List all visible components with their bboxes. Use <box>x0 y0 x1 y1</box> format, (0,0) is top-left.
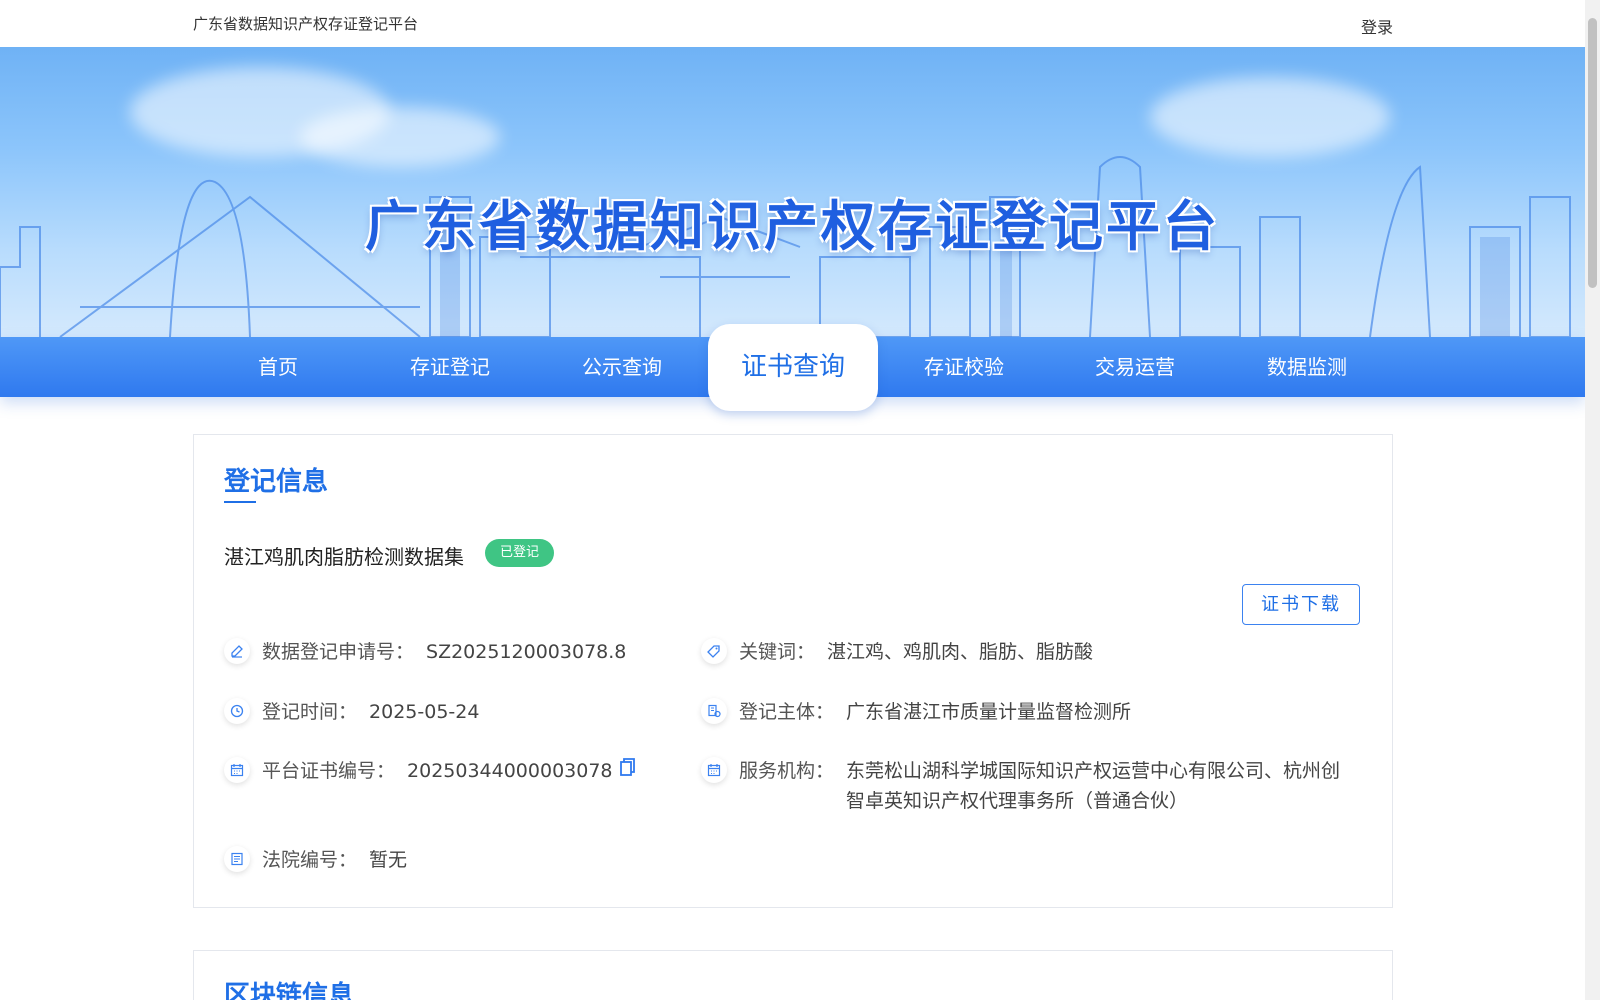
dataset-name: 湛江鸡肌肉脂肪检测数据集 <box>224 545 464 569</box>
nav-item-trade[interactable]: 交易运营 <box>1050 337 1220 397</box>
field-label: 服务机构： <box>739 760 835 782</box>
copy-icon[interactable] <box>619 756 637 786</box>
clock-icon <box>224 698 250 724</box>
field-label: 法院编号： <box>262 849 358 871</box>
hero-banner: 广东省数据知识产权存证登记平台 <box>0 47 1585 337</box>
certificate-download-button[interactable]: 证书下载 <box>1242 584 1360 625</box>
section-title: 区块链信息 <box>224 981 355 1000</box>
edit-icon <box>224 638 250 664</box>
field-label: 登记时间： <box>262 701 358 723</box>
field-label: 平台证书编号： <box>262 760 396 782</box>
main-nav: 首页 存证登记 公示查询 证书查询 存证校验 交易运营 数据监测 <box>0 324 1585 411</box>
nav-item-certificate-query[interactable]: 证书查询 <box>708 324 878 411</box>
field-application-no: 数据登记申请号： SZ2025120003078.8 <box>224 637 664 667</box>
banner-title: 广东省数据知识产权存证登记平台 <box>365 195 1220 258</box>
status-badge: 已登记 <box>485 539 555 567</box>
login-link[interactable]: 登录 <box>1361 14 1393 38</box>
nav-item-public-query[interactable]: 公示查询 <box>537 337 707 397</box>
field-label: 关键词： <box>739 641 816 663</box>
field-label: 数据登记申请号： <box>262 641 415 663</box>
field-value: 东莞松山湖科学城国际知识产权运营中心有限公司、杭州创智卓英知识产权代理事务所（普… <box>846 760 1341 812</box>
field-value: 湛江鸡、鸡肌肉、脂肪、脂肪酸 <box>827 641 1094 663</box>
field-registration-subject: 登记主体： 广东省湛江市质量计量监督检测所 <box>701 697 1351 727</box>
field-value: SZ2025120003078.8 <box>426 641 627 663</box>
registration-info-card: 登记信息 湛江鸡肌肉脂肪检测数据集 已登记 证书下载 数据登记申请号： SZ20… <box>193 434 1393 908</box>
blockchain-info-card: 区块链信息 <box>193 950 1393 1000</box>
field-value: 广东省湛江市质量计量监督检测所 <box>846 701 1132 723</box>
field-certificate-no: 平台证书编号： 20250344000003078 <box>224 756 664 786</box>
nav-item-monitor[interactable]: 数据监测 <box>1222 337 1392 397</box>
certificate-number: 20250344000003078 <box>407 760 613 782</box>
site-name: 广东省数据知识产权存证登记平台 <box>193 15 419 33</box>
field-keywords: 关键词： 湛江鸡、鸡肌肉、脂肪、脂肪酸 <box>701 637 1351 667</box>
calendar-icon <box>701 757 727 783</box>
section-title: 登记信息 <box>224 467 329 497</box>
nav-item-verify[interactable]: 存证校验 <box>879 337 1049 397</box>
field-court-no: 法院编号： 暂无 <box>224 845 664 875</box>
nav-item-home[interactable]: 首页 <box>193 337 363 397</box>
subject-icon <box>701 698 727 724</box>
field-value: 暂无 <box>369 849 408 871</box>
document-icon <box>224 846 250 872</box>
nav-item-register[interactable]: 存证登记 <box>365 337 535 397</box>
title-underline <box>224 501 256 503</box>
calendar-icon <box>224 757 250 783</box>
top-bar: 广东省数据知识产权存证登记平台 登录 <box>0 0 1585 47</box>
field-value: 20250344000003078 <box>407 756 637 786</box>
page-scrollbar[interactable] <box>1585 0 1600 1000</box>
field-label: 登记主体： <box>739 701 835 723</box>
field-service-org: 服务机构： 东莞松山湖科学城国际知识产权运营中心有限公司、杭州创智卓英知识产权代… <box>701 756 1351 816</box>
field-registration-time: 登记时间： 2025-05-24 <box>224 697 664 727</box>
field-value: 2025-05-24 <box>369 701 480 723</box>
tag-icon <box>701 638 727 664</box>
scrollbar-thumb[interactable] <box>1588 18 1597 288</box>
